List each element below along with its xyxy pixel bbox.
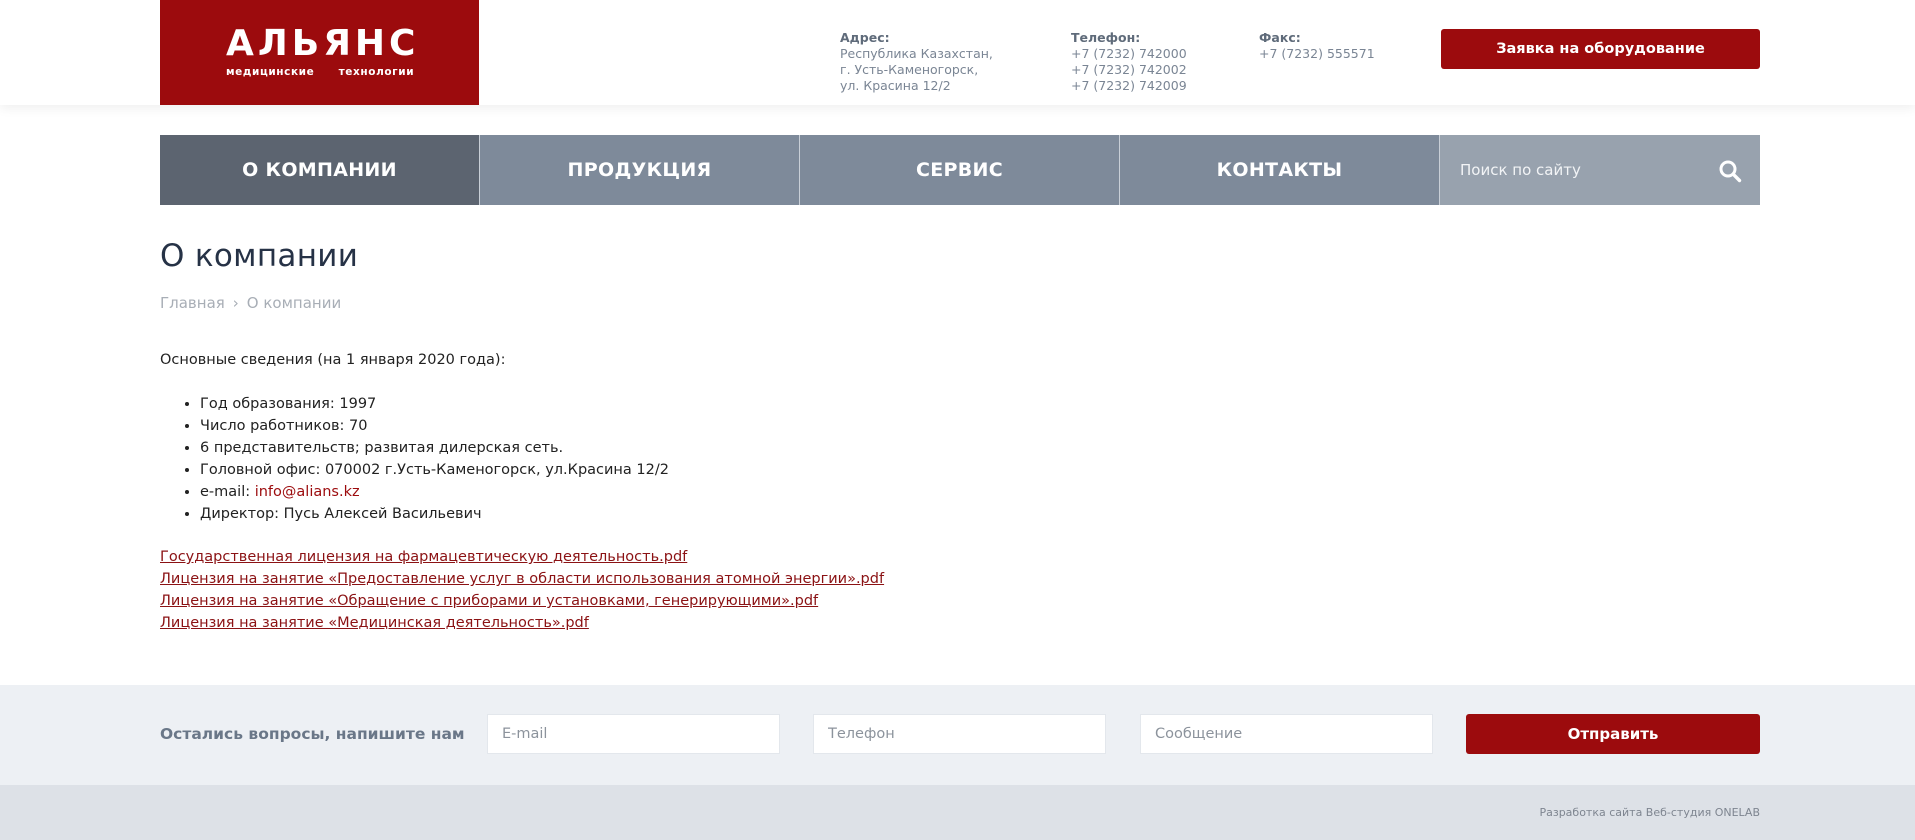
- phone-field[interactable]: [813, 714, 1106, 754]
- header-address: Адрес: Республика Казахстан, г. Усть-Кам…: [840, 30, 993, 94]
- message-field[interactable]: [1140, 714, 1433, 754]
- site-search: [1440, 135, 1760, 205]
- developer-credit[interactable]: Разработка сайта Веб-студия ONELAB: [1539, 806, 1760, 819]
- search-input[interactable]: [1440, 135, 1700, 205]
- list-item: Число работников: 70: [200, 415, 669, 437]
- page-title: О компании: [160, 238, 359, 274]
- site-logo[interactable]: АЛЬЯНС медицинские технологии: [160, 0, 479, 105]
- phone-number[interactable]: +7 (7232) 742009: [1071, 78, 1187, 94]
- license-documents: Государственная лицензия на фармацевтиче…: [160, 546, 884, 634]
- email-field[interactable]: [487, 714, 780, 754]
- email-link[interactable]: info@alians.kz: [255, 484, 360, 500]
- fax-number: +7 (7232) 555571: [1259, 46, 1375, 61]
- nav-item-contacts[interactable]: КОНТАКТЫ: [1120, 135, 1440, 205]
- header-fax: Факс: +7 (7232) 555571: [1259, 30, 1375, 62]
- company-facts: Год образования: 1997 Число работников: …: [200, 393, 669, 525]
- main-nav: О КОМПАНИИ ПРОДУКЦИЯ СЕРВИС КОНТАКТЫ: [160, 135, 1760, 205]
- list-item: Головной офис: 070002 г.Усть-Каменогорск…: [200, 459, 669, 481]
- contact-form-label: Остались вопросы, напишите нам: [160, 725, 465, 743]
- document-link[interactable]: Лицензия на занятие «Предоставление услу…: [160, 568, 884, 590]
- logo-title: АЛЬЯНС: [226, 23, 420, 64]
- send-button[interactable]: Отправить: [1466, 714, 1760, 754]
- list-item: Год образования: 1997: [200, 393, 669, 415]
- nav-item-products[interactable]: ПРОДУКЦИЯ: [480, 135, 800, 205]
- address-line: ул. Красина 12/2: [840, 78, 951, 93]
- breadcrumb: Главная › О компании: [160, 294, 341, 312]
- contact-form: Остались вопросы, напишите нам Отправить: [0, 685, 1915, 785]
- phone-label: Телефон:: [1071, 30, 1141, 45]
- logo-subtitle: медицинские технологии: [226, 66, 415, 78]
- phone-number[interactable]: +7 (7232) 742000: [1071, 46, 1187, 62]
- email-prefix: e-mail:: [200, 484, 255, 500]
- address-line: г. Усть-Каменогорск,: [840, 62, 979, 77]
- nav-item-service[interactable]: СЕРВИС: [800, 135, 1120, 205]
- phone-number[interactable]: +7 (7232) 742002: [1071, 62, 1187, 78]
- search-icon[interactable]: [1718, 159, 1742, 183]
- equipment-request-button[interactable]: Заявка на оборудование: [1441, 29, 1760, 69]
- header-phone: Телефон: +7 (7232) 742000 +7 (7232) 7420…: [1071, 30, 1187, 94]
- breadcrumb-separator: ›: [232, 294, 239, 312]
- document-link[interactable]: Лицензия на занятие «Медицинская деятель…: [160, 612, 884, 634]
- site-footer: Разработка сайта Веб-студия ONELAB: [0, 785, 1915, 840]
- address-label: Адрес:: [840, 30, 890, 45]
- fax-label: Факс:: [1259, 30, 1301, 45]
- site-header: АЛЬЯНС медицинские технологии Адрес: Рес…: [0, 0, 1915, 105]
- intro-text: Основные сведения (на 1 января 2020 года…: [160, 352, 506, 368]
- list-item: e-mail: info@alians.kz: [200, 481, 669, 503]
- breadcrumb-current: О компании: [246, 294, 342, 312]
- document-link[interactable]: Лицензия на занятие «Обращение с прибора…: [160, 590, 884, 612]
- address-line: Республика Казахстан,: [840, 46, 993, 61]
- list-item: 6 представительств; развитая дилерская с…: [200, 437, 669, 459]
- nav-item-about[interactable]: О КОМПАНИИ: [160, 135, 480, 205]
- list-item: Директор: Пусь Алексей Васильевич: [200, 503, 669, 525]
- breadcrumb-home[interactable]: Главная: [160, 294, 225, 312]
- document-link[interactable]: Государственная лицензия на фармацевтиче…: [160, 546, 884, 568]
